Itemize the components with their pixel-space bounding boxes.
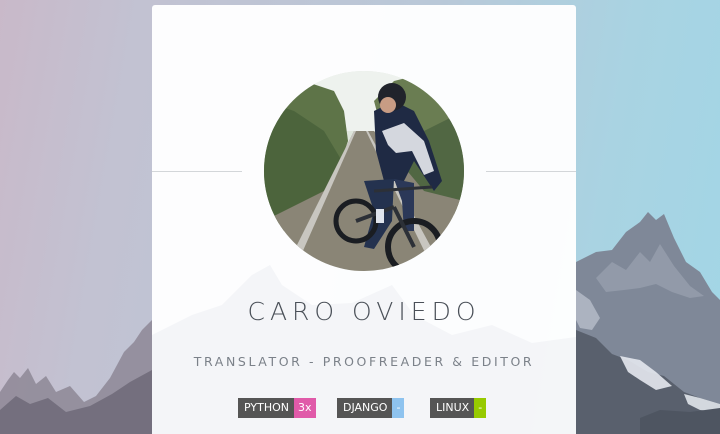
avatar-photo: [264, 71, 464, 271]
badge-value: -: [474, 398, 487, 418]
badge-label: LINUX: [430, 398, 475, 418]
profile-name: CARO OVIEDO: [247, 297, 481, 326]
profile-role: TRANSLATOR - PROOFREADER & EDITOR: [193, 354, 535, 369]
badge-value: -: [392, 398, 405, 418]
avatar: [264, 71, 464, 271]
divider-right: [486, 171, 576, 172]
badge-value: 3x: [294, 398, 316, 418]
badge-label: DJANGO: [337, 398, 393, 418]
badge-python[interactable]: PYTHON 3x: [238, 398, 316, 418]
badge-label: PYTHON: [238, 398, 294, 418]
badge-django[interactable]: DJANGO -: [337, 398, 405, 418]
badge-linux[interactable]: LINUX -: [430, 398, 487, 418]
page-background: CARO OVIEDO TRANSLATOR - PROOFREADER & E…: [0, 0, 720, 434]
divider-left: [152, 171, 242, 172]
profile-card: CARO OVIEDO TRANSLATOR - PROOFREADER & E…: [152, 5, 576, 434]
